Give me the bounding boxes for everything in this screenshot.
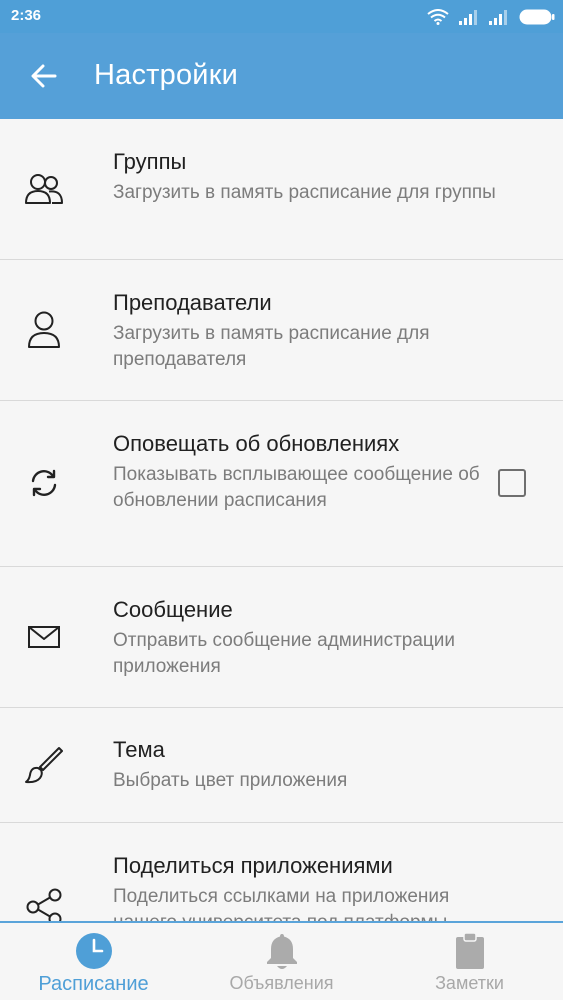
tab-label: Объявления [229,973,334,993]
clipboard-icon [450,931,490,971]
setting-theme[interactable]: Тема Выбрать цвет приложения [0,708,563,823]
status-icons [427,7,555,25]
setting-teachers[interactable]: Преподаватели Загрузить в память расписа… [0,260,563,401]
setting-text: Преподаватели Загрузить в память расписа… [113,290,513,373]
setting-share-apps[interactable]: Поделиться приложениями Поделиться ссылк… [0,823,563,921]
brush-icon [22,743,66,787]
setting-title: Преподаватели [113,290,272,315]
setting-description: Загрузить в память расписание для группы [113,182,496,203]
setting-notify-updates[interactable]: Оповещать об обновлениях Показывать вспл… [0,401,563,567]
arrow-left-icon [31,64,57,88]
battery-icon [519,9,555,25]
setting-text: Сообщение Отправить сообщение администра… [113,597,513,680]
tab-announcements[interactable]: Объявления [188,923,375,1000]
signal-icon [459,10,477,25]
tab-label: Заметки [435,973,504,993]
setting-text: Тема Выбрать цвет приложения [113,737,513,794]
sync-icon [22,461,66,505]
setting-groups[interactable]: Группы Загрузить в память расписание для… [0,119,563,260]
settings-list[interactable]: Группы Загрузить в память расписание для… [0,119,563,921]
clock-icon [74,931,114,971]
setting-description: Выбрать цвет приложения [113,770,348,791]
mail-icon [22,615,66,659]
app-bar: Настройки [0,33,563,119]
user-icon [22,308,66,352]
setting-description: Показывать всплывающее сообщение об обно… [113,464,480,511]
setting-title: Поделиться приложениями [113,853,393,878]
setting-description: Отправить сообщение администрации прилож… [113,630,456,677]
status-time: 2:36 [11,7,42,24]
signal-icon-2 [489,10,507,25]
bell-icon [262,931,302,971]
status-bar: 2:36 [0,0,563,33]
setting-text: Поделиться приложениями Поделиться ссылк… [113,853,513,921]
setting-description: Загрузить в память расписание для препод… [113,323,430,370]
setting-text: Оповещать об обновлениях Показывать вспл… [113,431,483,514]
setting-message[interactable]: Сообщение Отправить сообщение администра… [0,567,563,708]
share-icon [22,885,66,921]
setting-title: Оповещать об обновлениях [113,431,400,456]
setting-text: Группы Загрузить в память расписание для… [113,149,513,206]
users-icon [22,167,66,211]
tab-schedule[interactable]: Расписание [0,923,187,1000]
bottom-navigation: Расписание Объявления Заметки [0,921,563,1000]
tab-notes[interactable]: Заметки [376,923,563,1000]
setting-title: Тема [113,737,165,762]
notify-updates-checkbox[interactable] [498,469,526,497]
tab-label: Расписание [38,973,149,995]
page-title: Настройки [94,59,238,91]
setting-title: Сообщение [113,597,233,622]
setting-title: Группы [113,149,187,174]
wifi-icon [427,9,449,25]
setting-description: Поделиться ссылками на приложения нашего… [113,886,450,921]
back-button[interactable] [22,54,66,98]
